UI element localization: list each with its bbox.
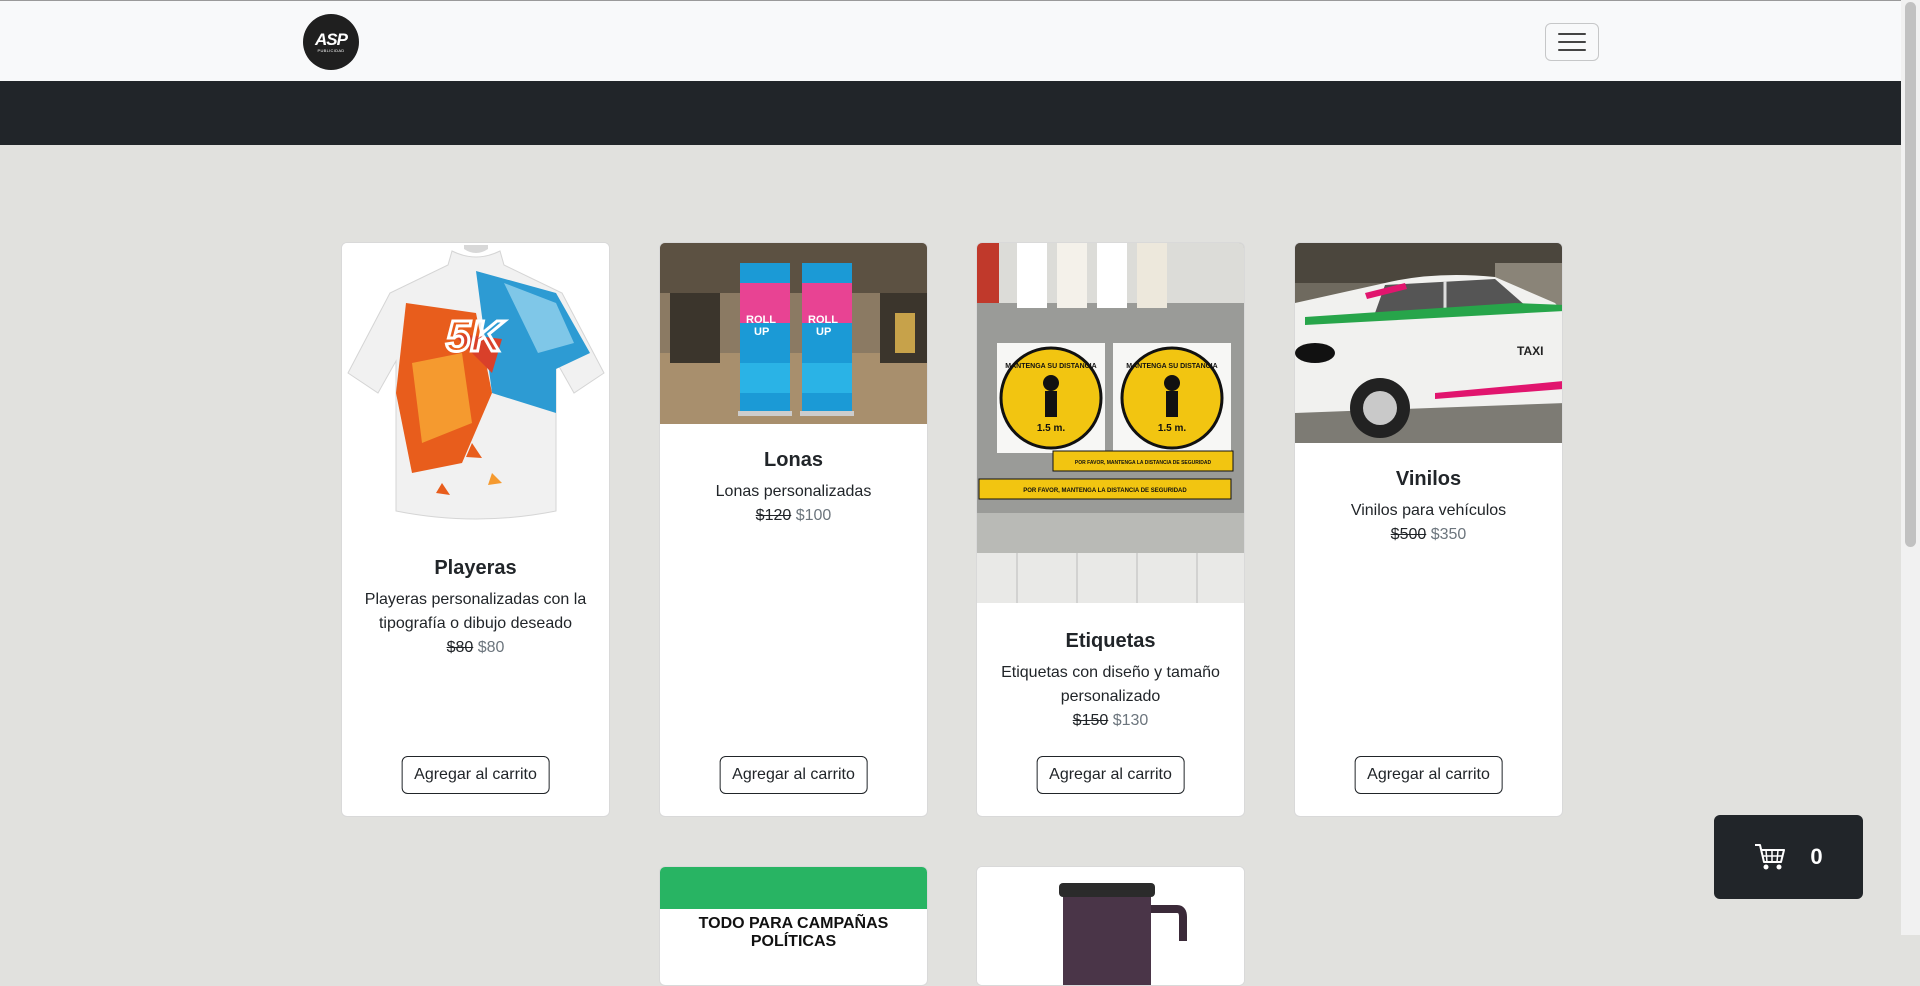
product-card-termos	[976, 866, 1245, 986]
taxi-text: TAXI	[1517, 344, 1543, 358]
card-title: Etiquetas	[1065, 630, 1156, 652]
current-price: $80	[477, 639, 505, 656]
card-description: Lonas personalizadas	[715, 483, 872, 500]
add-to-cart-button[interactable]: Agregar al carrito	[401, 756, 550, 794]
stickers-image: MANTENGA SU DISTANCIA 1.5 m. MANTENGA SU…	[977, 243, 1244, 603]
green-banner	[660, 867, 927, 909]
add-to-cart-button[interactable]: Agregar al carrito	[1036, 756, 1185, 794]
cart-count: 0	[1810, 844, 1823, 869]
card-description: Playeras personalizadas con la tipografí…	[364, 591, 587, 632]
product-card-playeras: 5K Playeras Playeras personalizadas con …	[341, 242, 610, 817]
navbar: ASP PUBLICIDAD	[0, 0, 1901, 81]
current-price: $100	[795, 507, 832, 524]
sticker-text: 1.5 m.	[1158, 423, 1187, 434]
card-price: $500 $350	[1295, 523, 1562, 547]
product-card-vinilos: TAXI Vinilos Vinilos para vehículos $500…	[1294, 242, 1563, 817]
product-card-lonas: ROLL UP ROLL UP Lonas Lonas personalizad…	[659, 242, 928, 817]
shopping-cart-icon	[1755, 844, 1786, 870]
add-to-cart-button[interactable]: Agregar al carrito	[1354, 756, 1503, 794]
hamburger-icon	[1558, 33, 1586, 35]
mug-image	[977, 867, 1244, 985]
rollup-text: UP	[816, 326, 831, 338]
scrollbar-thumb[interactable]	[1905, 2, 1916, 547]
rollup-text: UP	[754, 326, 769, 338]
navbar-toggle-button[interactable]	[1545, 23, 1599, 61]
sticker-text: POR FAVOR, MANTENGA LA DISTANCIA DE SEGU…	[1023, 488, 1187, 494]
product-card-campanas: TODO PARA CAMPAÑAS POLÍTICAS	[659, 866, 928, 986]
current-price: $130	[1112, 712, 1149, 729]
sticker-text: 1.5 m.	[1037, 423, 1066, 434]
sticker-text: POR FAVOR, MANTENGA LA DISTANCIA DE SEGU…	[1075, 460, 1212, 466]
card-title: Playeras	[434, 557, 517, 579]
card-price: $120 $100	[660, 504, 927, 528]
card-description: Vinilos para vehículos	[1350, 502, 1507, 519]
page-scrollbar[interactable]	[1901, 0, 1920, 935]
old-price: $500	[1390, 526, 1427, 543]
header-band	[0, 81, 1901, 145]
cart-button[interactable]: 0	[1714, 815, 1863, 899]
card-description: Etiquetas con diseño y tamaño personaliz…	[1001, 664, 1220, 705]
logo-subtext: PUBLICIDAD	[317, 47, 345, 53]
banner-stand-image: ROLL UP ROLL UP	[660, 243, 927, 424]
rollup-text: ROLL	[808, 314, 838, 326]
old-price: $80	[446, 639, 474, 656]
card-price: $80 $80	[342, 636, 609, 660]
card-title: Lonas	[764, 449, 823, 471]
logo-text: ASP	[315, 29, 348, 49]
campaign-banner-text: TODO PARA CAMPAÑAS POLÍTICAS	[698, 915, 889, 950]
tshirt-image: 5K	[342, 243, 609, 533]
brand-logo[interactable]: ASP PUBLICIDAD	[303, 14, 359, 70]
card-title: Vinilos	[1395, 468, 1462, 490]
old-price: $120	[755, 507, 792, 524]
sticker-text: MANTENGA SU DISTANCIA	[1005, 363, 1096, 370]
add-to-cart-button[interactable]: Agregar al carrito	[719, 756, 868, 794]
old-price: $150	[1072, 712, 1109, 729]
product-card-etiquetas: MANTENGA SU DISTANCIA 1.5 m. MANTENGA SU…	[976, 242, 1245, 817]
rollup-text: ROLL	[746, 314, 776, 326]
taxi-image: TAXI	[1295, 243, 1562, 443]
current-price: $350	[1430, 526, 1467, 543]
sticker-text: MANTENGA SU DISTANCIA	[1126, 363, 1217, 370]
card-price: $150 $130	[977, 709, 1244, 733]
svg-text:5K: 5K	[446, 312, 505, 361]
